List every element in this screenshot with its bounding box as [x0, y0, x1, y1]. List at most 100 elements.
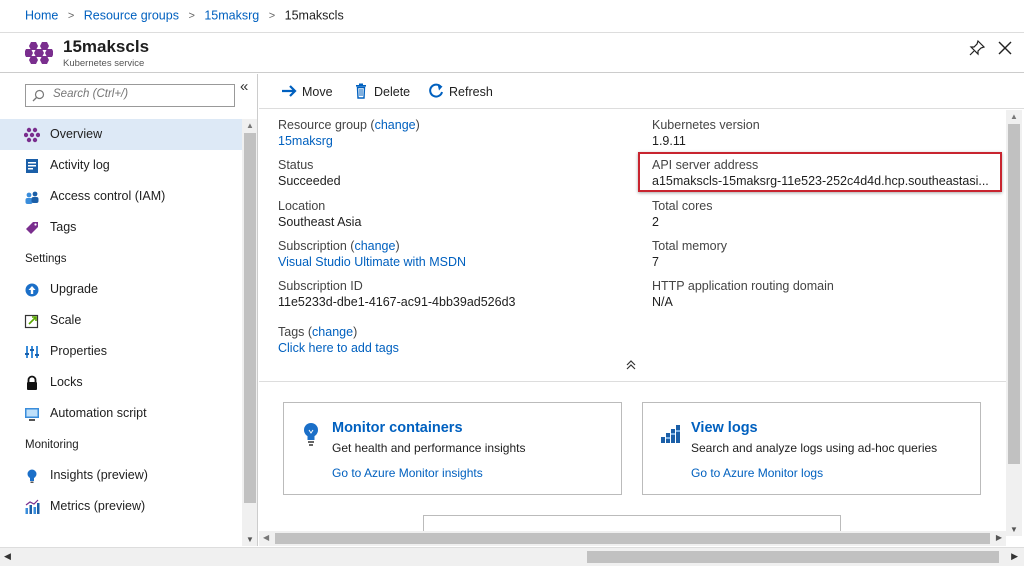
- kubernetes-icon: [24, 127, 40, 143]
- total-cores-field: Total cores 2: [652, 198, 712, 230]
- section-title: Monitoring: [25, 439, 79, 451]
- status-field: Status Succeeded: [278, 157, 341, 189]
- breadcrumb-home[interactable]: Home: [25, 9, 58, 23]
- menu-scrollbar[interactable]: ▲ ▼: [242, 119, 257, 546]
- menu-item-label: Locks: [50, 375, 83, 389]
- total-memory-value: 7: [652, 255, 659, 269]
- menu-item-insights[interactable]: Insights (preview): [0, 460, 242, 491]
- change-tags-link[interactable]: change: [312, 325, 353, 339]
- page-title: 15makscls: [63, 37, 150, 56]
- search-box: [25, 84, 235, 107]
- activity-log-icon: [26, 159, 38, 173]
- upgrade-icon: [25, 283, 39, 297]
- menu-item-access-control[interactable]: Access control (IAM): [0, 181, 242, 212]
- page-horizontal-scrollbar[interactable]: ◀ ▶: [0, 547, 1024, 566]
- field-label: API server address: [652, 158, 759, 172]
- breadcrumb-separator: >: [67, 9, 75, 22]
- collapse-menu-button[interactable]: «: [240, 78, 248, 95]
- field-label: Resource group: [278, 118, 367, 132]
- resource-group-link[interactable]: 15maksrg: [278, 133, 420, 149]
- scroll-up-arrow-icon[interactable]: ▲: [246, 121, 254, 130]
- change-subscription-link[interactable]: change: [354, 239, 395, 253]
- refresh-label: Refresh: [449, 85, 493, 99]
- card-title[interactable]: View logs: [691, 420, 758, 436]
- menu-item-label: Overview: [50, 127, 103, 141]
- monitor-containers-card[interactable]: Monitor containers Get health and perfor…: [283, 402, 622, 495]
- trash-icon: [356, 83, 366, 99]
- menu-item-metrics[interactable]: Metrics (preview): [0, 491, 242, 522]
- pin-icon[interactable]: [968, 39, 986, 57]
- scroll-down-arrow-icon[interactable]: ▼: [1010, 525, 1018, 534]
- api-server-address-field: API server address a15makscls-15maksrg-1…: [652, 157, 989, 189]
- kubernetes-version-field: Kubernetes version 1.9.11: [652, 117, 760, 149]
- breadcrumb-separator: >: [188, 9, 195, 22]
- menu-item-tags[interactable]: Tags: [0, 212, 242, 243]
- subscription-link[interactable]: Visual Studio Ultimate with MSDN: [278, 254, 466, 270]
- scrollbar-thumb[interactable]: [1008, 124, 1020, 464]
- location-field: Location Southeast Asia: [278, 198, 361, 230]
- scroll-right-arrow-icon[interactable]: ▶: [1011, 551, 1018, 562]
- blade-header: 15makscls Kubernetes service: [0, 33, 1024, 73]
- field-label: Tags: [278, 325, 305, 339]
- logs-icon: [661, 425, 680, 443]
- scrollbar-thumb[interactable]: [587, 551, 999, 563]
- menu-item-properties[interactable]: Properties: [0, 336, 242, 367]
- status-value: Succeeded: [278, 174, 341, 188]
- menu-item-label: Upgrade: [50, 282, 98, 296]
- field-label: Kubernetes version: [652, 118, 760, 132]
- move-label: Move: [302, 85, 333, 99]
- section-monitoring: Monitoring: [0, 429, 242, 460]
- menu-item-activity-log[interactable]: Activity log: [0, 150, 242, 181]
- collapse-essentials-icon[interactable]: [626, 360, 636, 370]
- scroll-right-arrow-icon[interactable]: ▶: [996, 533, 1002, 542]
- menu-item-label: Metrics (preview): [50, 499, 146, 513]
- content-scrollbar[interactable]: ▲ ▼: [1006, 110, 1022, 536]
- change-resource-group-link[interactable]: change: [375, 118, 416, 132]
- breadcrumb-resource-groups[interactable]: Resource groups: [84, 9, 179, 23]
- search-input[interactable]: [53, 88, 228, 100]
- add-tags-link[interactable]: Click here to add tags: [278, 340, 399, 356]
- automation-script-icon: [25, 408, 39, 421]
- essentials-panel: Resource group (change) 15maksrg Status …: [259, 110, 1006, 382]
- menu-item-upgrade[interactable]: Upgrade: [0, 274, 242, 305]
- breadcrumb: Home > Resource groups > 15maksrg > 15ma…: [0, 0, 1024, 33]
- resource-type: Kubernetes service: [63, 58, 145, 69]
- breadcrumb-current: 15makscls: [284, 8, 344, 23]
- menu-item-locks[interactable]: Locks: [0, 367, 242, 398]
- breadcrumb-separator: >: [268, 9, 276, 22]
- resource-group-field: Resource group (change) 15maksrg: [278, 118, 420, 149]
- delete-button[interactable]: Delete: [353, 83, 410, 99]
- breadcrumb-resource-group[interactable]: 15maksrg: [204, 9, 259, 23]
- kubernetes-version-value: 1.9.11: [652, 134, 686, 148]
- total-memory-field: Total memory 7: [652, 238, 727, 270]
- view-logs-card[interactable]: View logs Search and analyze logs using …: [642, 402, 981, 495]
- field-label: Total cores: [652, 199, 713, 213]
- scrollbar-thumb[interactable]: [275, 533, 990, 544]
- card-title[interactable]: Monitor containers: [332, 420, 463, 436]
- api-server-address-value[interactable]: a15makscls-15maksrg-11e523-252c4d4d.hcp.…: [652, 173, 989, 189]
- scroll-down-arrow-icon[interactable]: ▼: [246, 535, 254, 544]
- scroll-left-arrow-icon[interactable]: ◀: [263, 533, 269, 542]
- menu-item-automation-script[interactable]: Automation script: [0, 398, 242, 429]
- menu-item-scale[interactable]: Scale: [0, 305, 242, 336]
- menu-item-label: Access control (IAM): [50, 189, 166, 203]
- scrollbar-thumb[interactable]: [244, 133, 256, 503]
- content-horizontal-scrollbar[interactable]: ◀ ▶: [259, 531, 1006, 546]
- field-label: Status: [278, 158, 314, 172]
- refresh-button[interactable]: Refresh: [428, 83, 493, 99]
- menu-item-overview[interactable]: Overview: [0, 119, 242, 150]
- card-description: Get health and performance insights: [332, 441, 526, 455]
- monitor-logs-link[interactable]: Go to Azure Monitor logs: [691, 466, 823, 480]
- close-icon[interactable]: [996, 39, 1014, 57]
- scroll-left-arrow-icon[interactable]: ◀: [4, 551, 11, 562]
- scroll-up-arrow-icon[interactable]: ▲: [1010, 112, 1018, 121]
- delete-label: Delete: [374, 85, 411, 99]
- menu-item-label: Insights (preview): [50, 468, 148, 482]
- move-button[interactable]: Move: [281, 83, 333, 99]
- metrics-icon: [25, 499, 40, 514]
- field-label: HTTP application routing domain: [652, 279, 834, 293]
- http-routing-domain-value: N/A: [652, 295, 673, 309]
- field-label: Total memory: [652, 239, 728, 253]
- monitor-insights-link[interactable]: Go to Azure Monitor insights: [332, 466, 483, 480]
- subscription-field: Subscription (change) Visual Studio Ulti…: [278, 239, 467, 270]
